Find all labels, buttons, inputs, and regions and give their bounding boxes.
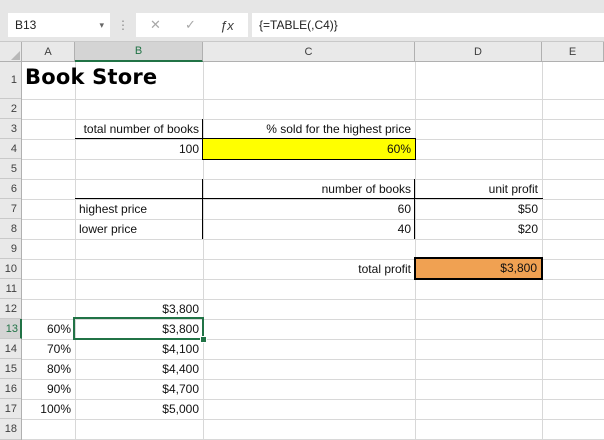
cell-d10-highlighted-value[interactable]: $3,800 (414, 257, 543, 280)
cell-c7-value[interactable]: 60 (203, 199, 415, 219)
selection-border (73, 317, 204, 340)
cell-b14-value[interactable]: $4,100 (75, 339, 203, 359)
cell-b7-label[interactable]: highest price (75, 199, 203, 219)
cell-b16-value[interactable]: $4,700 (75, 379, 203, 399)
cell-c10-label[interactable]: total profit (203, 259, 415, 279)
cell-b8-label[interactable]: lower price (75, 219, 203, 239)
gridline (415, 62, 416, 440)
cell-d6-label[interactable]: unit profit (415, 179, 542, 199)
cell-b12-value[interactable]: $3,800 (75, 299, 203, 319)
gridline (22, 239, 604, 240)
cell-c4-highlighted-value[interactable]: 60% (202, 138, 416, 160)
cell-c8-value[interactable]: 40 (203, 219, 415, 239)
cell-c3-label[interactable]: % sold for the highest price (203, 119, 415, 139)
cell-a15-value[interactable]: 80% (22, 359, 75, 379)
cell-a16-value[interactable]: 90% (22, 379, 75, 399)
gridline (22, 99, 604, 100)
cell-a17-value[interactable]: 100% (22, 399, 75, 419)
cell-d8-value[interactable]: $20 (415, 219, 542, 239)
cell-d7-value[interactable]: $50 (415, 199, 542, 219)
cell-c6-label[interactable]: number of books (203, 179, 415, 199)
cell-b15-value[interactable]: $4,400 (75, 359, 203, 379)
gridline (542, 62, 543, 440)
cell-b3-label[interactable]: total number of books (75, 119, 203, 139)
cell-b17-value[interactable]: $5,000 (75, 399, 203, 419)
cell-a13-value[interactable]: 60% (22, 319, 75, 339)
cell-a14-value[interactable]: 70% (22, 339, 75, 359)
gridline (22, 419, 604, 420)
fill-handle[interactable] (200, 336, 207, 343)
cell-b4-value[interactable]: 100 (75, 139, 203, 159)
excel-window: B13 ▾ ⋮ ✕ ✓ ƒx {=TABLE(,C4)} A B C D E 1… (0, 0, 604, 440)
cell-a1-title[interactable]: Book Store (25, 65, 157, 89)
